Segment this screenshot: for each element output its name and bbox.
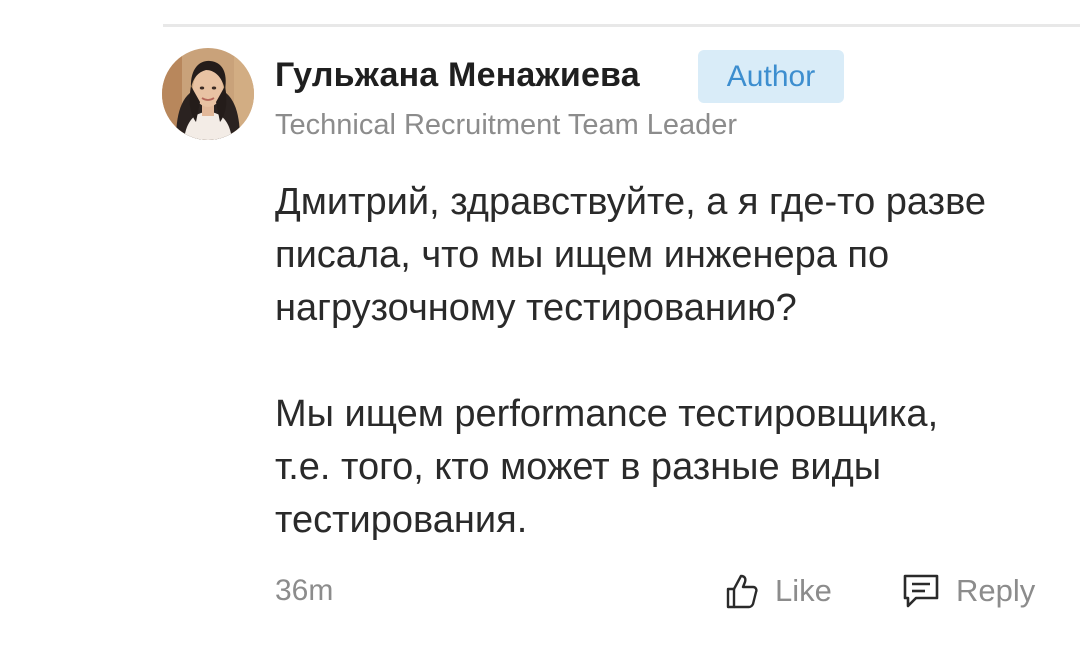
like-button[interactable]: Like (725, 568, 832, 614)
thumbs-up-icon (725, 572, 759, 610)
reply-label: Reply (956, 573, 1036, 608)
comment-body: Дмитрий, здравствуйте, а я где-то разве … (275, 176, 1065, 547)
author-badge: Author (698, 50, 844, 103)
comment-timestamp: 36m (275, 574, 334, 607)
top-divider (163, 24, 1080, 27)
comment-paragraph-1: Дмитрий, здравствуйте, а я где-то разве … (275, 181, 986, 329)
author-title: Technical Recruitment Team Leader (275, 109, 738, 141)
comment-paragraph-2: Мы ищем performance тестировщика, т.е. т… (275, 393, 939, 541)
reply-button[interactable]: Reply (902, 568, 1035, 614)
author-name[interactable]: Гульжана Менажиева (275, 56, 640, 95)
avatar-photo-icon (162, 48, 254, 140)
reply-icon (902, 573, 940, 609)
author-avatar[interactable] (162, 48, 254, 140)
like-label: Like (775, 573, 832, 608)
